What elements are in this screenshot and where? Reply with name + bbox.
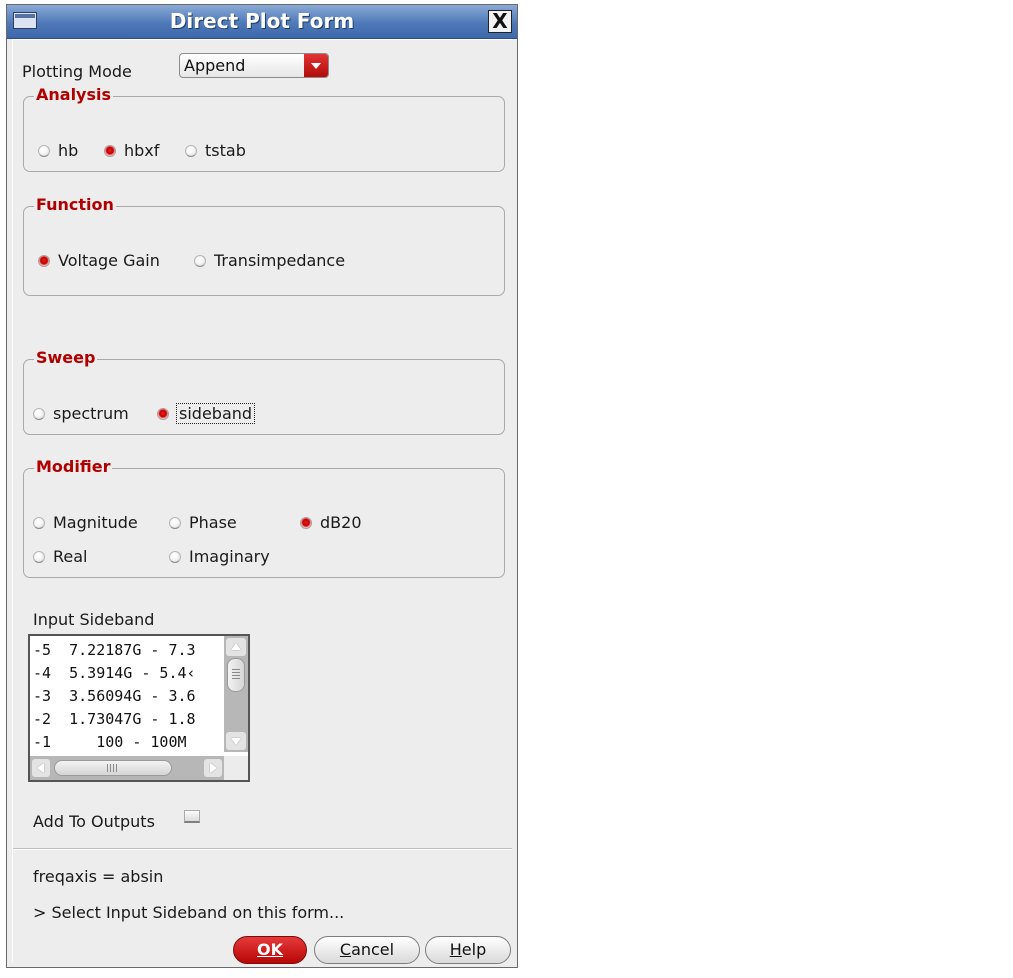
horizontal-scroll-thumb[interactable] bbox=[54, 760, 172, 776]
analysis-option-label: tstab bbox=[205, 141, 246, 160]
add-to-outputs-checkbox[interactable] bbox=[184, 810, 200, 823]
analysis-radio-hbxf[interactable]: hbxf bbox=[104, 141, 159, 160]
radio-unselected-icon bbox=[194, 254, 206, 267]
radio-unselected-icon bbox=[169, 550, 181, 563]
list-item[interactable]: -5 7.22187G - 7.3 bbox=[33, 639, 223, 662]
analysis-radio-tstab[interactable]: tstab bbox=[185, 141, 246, 160]
function-group: Function Voltage Gain Transimpedance bbox=[23, 195, 505, 296]
radio-selected-icon bbox=[104, 144, 116, 157]
analysis-option-label: hbxf bbox=[124, 141, 160, 160]
modifier-radio-real[interactable]: Real bbox=[33, 547, 88, 566]
radio-unselected-icon bbox=[33, 516, 45, 529]
divider bbox=[13, 848, 512, 850]
modifier-option-label: Magnitude bbox=[53, 513, 138, 532]
modifier-radio-phase[interactable]: Phase bbox=[169, 513, 237, 532]
add-to-outputs-label: Add To Outputs bbox=[33, 812, 155, 831]
input-sideband-list[interactable]: -5 7.22187G - 7.3 -4 5.3914G - 5.4‹ -3 3… bbox=[28, 634, 250, 782]
cancel-button[interactable]: Cancel bbox=[314, 936, 420, 964]
sweep-group: Sweep spectrum sideband bbox=[23, 348, 505, 435]
prompt-message: > Select Input Sideband on this form... bbox=[33, 903, 345, 922]
function-radio-transimpedance[interactable]: Transimpedance bbox=[194, 251, 345, 270]
sweep-option-label: sideband bbox=[175, 403, 256, 424]
scroll-up-icon[interactable] bbox=[226, 638, 246, 656]
modifier-group: Modifier Magnitude Phase dB20 Real Imagi… bbox=[23, 457, 505, 578]
analysis-option-label: hb bbox=[58, 141, 79, 160]
scroll-down-icon[interactable] bbox=[226, 732, 246, 750]
radio-unselected-icon bbox=[33, 407, 45, 420]
radio-unselected-icon bbox=[169, 516, 181, 529]
sweep-option-label: spectrum bbox=[53, 404, 129, 423]
title-bar[interactable]: Direct Plot Form X bbox=[7, 5, 517, 39]
input-sideband-label: Input Sideband bbox=[33, 610, 155, 629]
plotting-mode-value: Append bbox=[184, 56, 246, 75]
radio-selected-icon bbox=[300, 516, 312, 529]
modifier-option-label: dB20 bbox=[320, 513, 362, 532]
radio-unselected-icon bbox=[38, 144, 50, 157]
help-button[interactable]: Help bbox=[425, 936, 511, 964]
vertical-scrollbar[interactable] bbox=[224, 636, 248, 752]
plotting-mode-label: Plotting Mode bbox=[22, 62, 132, 81]
function-option-label: Transimpedance bbox=[214, 251, 346, 270]
radio-selected-icon bbox=[157, 407, 169, 420]
window-title: Direct Plot Form bbox=[169, 9, 355, 33]
vertical-scroll-thumb[interactable] bbox=[227, 658, 245, 692]
scroll-corner bbox=[224, 756, 248, 780]
modifier-radio-imaginary[interactable]: Imaginary bbox=[169, 547, 270, 566]
chevron-down-icon[interactable] bbox=[304, 54, 328, 77]
radio-unselected-icon bbox=[185, 144, 197, 157]
function-radio-voltage-gain[interactable]: Voltage Gain bbox=[38, 251, 160, 270]
scroll-right-icon[interactable] bbox=[204, 759, 222, 777]
horizontal-scrollbar[interactable] bbox=[30, 756, 224, 780]
modifier-option-label: Phase bbox=[189, 513, 237, 532]
modifier-option-label: Imaginary bbox=[189, 547, 270, 566]
radio-unselected-icon bbox=[33, 550, 45, 563]
ok-button[interactable]: OK bbox=[233, 936, 307, 964]
analysis-title: Analysis bbox=[34, 85, 114, 104]
list-item[interactable]: -3 3.56094G - 3.6 bbox=[33, 685, 223, 708]
list-item[interactable]: -4 5.3914G - 5.4‹ bbox=[33, 662, 223, 685]
close-button[interactable]: X bbox=[488, 10, 512, 33]
modifier-option-label: Real bbox=[53, 547, 88, 566]
analysis-group: Analysis hb hbxf tstab bbox=[23, 85, 505, 172]
list-item[interactable]: -1 100 - 100M bbox=[33, 731, 223, 754]
direct-plot-form-window: Direct Plot Form X Plotting Mode Append … bbox=[6, 4, 518, 968]
modifier-radio-db20[interactable]: dB20 bbox=[300, 513, 362, 532]
function-title: Function bbox=[34, 195, 116, 214]
plotting-mode-dropdown[interactable]: Append bbox=[179, 53, 329, 78]
sweep-radio-spectrum[interactable]: spectrum bbox=[33, 404, 129, 423]
sweep-title: Sweep bbox=[34, 348, 98, 367]
freqaxis-status: freqaxis = absin bbox=[33, 867, 164, 886]
form-body: Plotting Mode Append Analysis hb hbxf ts… bbox=[12, 39, 512, 964]
analysis-radio-hb[interactable]: hb bbox=[38, 141, 78, 160]
list-item[interactable]: -2 1.73047G - 1.8 bbox=[33, 708, 223, 731]
modifier-title: Modifier bbox=[34, 457, 113, 476]
sideband-rows: -5 7.22187G - 7.3 -4 5.3914G - 5.4‹ -3 3… bbox=[33, 639, 223, 755]
radio-selected-icon bbox=[38, 254, 50, 267]
scroll-left-icon[interactable] bbox=[32, 759, 50, 777]
function-option-label: Voltage Gain bbox=[58, 251, 160, 270]
sweep-radio-sideband[interactable]: sideband bbox=[157, 403, 256, 424]
modifier-radio-magnitude[interactable]: Magnitude bbox=[33, 513, 138, 532]
